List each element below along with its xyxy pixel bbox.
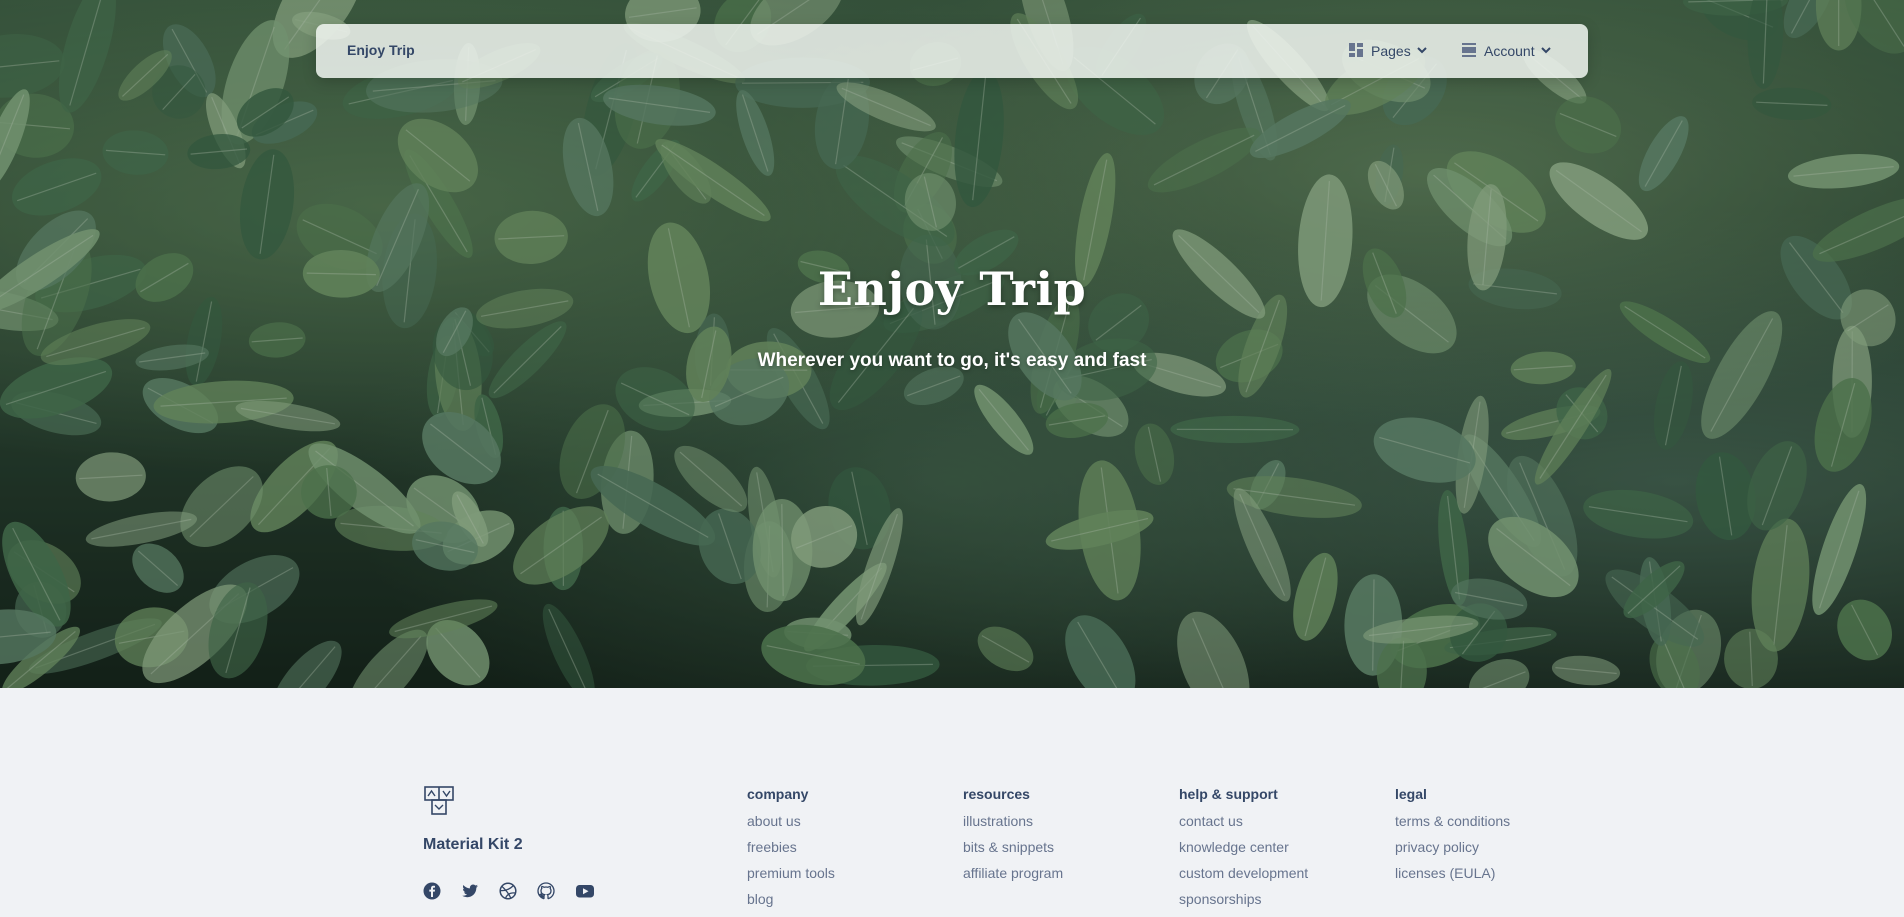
footer-brand[interactable]: Material Kit 2 — [423, 836, 523, 854]
view-day-icon — [1462, 42, 1476, 60]
footer-link-terms-conditions[interactable]: terms & conditions — [1395, 813, 1595, 839]
footer-column-title: legal — [1395, 786, 1427, 802]
navbar: Enjoy Trip Pages Account — [316, 24, 1588, 78]
nav-pages-label: Pages — [1371, 43, 1411, 59]
footer-link-licenses[interactable]: licenses (EULA) — [1395, 865, 1595, 891]
footer-link-illustrations[interactable]: illustrations — [963, 813, 1163, 839]
hero-section: Enjoy Trip Wherever you want to go, it's… — [0, 0, 1904, 688]
footer-link-about-us[interactable]: about us — [747, 813, 947, 839]
nav-account-dropdown[interactable]: Account — [1462, 42, 1552, 60]
footer: Material Kit 2 company about us freebies… — [0, 688, 1904, 917]
dashboard-icon — [1349, 42, 1363, 60]
footer-link-freebies[interactable]: freebies — [747, 839, 947, 865]
footer-link-affiliate-program[interactable]: affiliate program — [963, 865, 1163, 891]
footer-column-title: help & support — [1179, 786, 1278, 802]
nav-pages-dropdown[interactable]: Pages — [1349, 42, 1428, 60]
github-icon[interactable] — [537, 882, 575, 902]
footer-link-knowledge-center[interactable]: knowledge center — [1179, 839, 1379, 865]
chevron-down-icon — [1416, 43, 1428, 59]
footer-link-premium-tools[interactable]: premium tools — [747, 865, 947, 891]
footer-column-title: resources — [963, 786, 1030, 802]
navbar-brand[interactable]: Enjoy Trip — [347, 42, 415, 58]
footer-link-custom-development[interactable]: custom development — [1179, 865, 1379, 891]
footer-link-sponsorships[interactable]: sponsorships — [1179, 891, 1379, 917]
twitter-icon[interactable] — [461, 882, 499, 902]
hero-title: Enjoy Trip — [817, 262, 1087, 316]
chevron-down-icon — [1540, 43, 1552, 59]
footer-link-privacy-policy[interactable]: privacy policy — [1395, 839, 1595, 865]
logo-icon[interactable] — [424, 786, 454, 821]
footer-column-title: company — [747, 786, 809, 802]
social-links — [423, 882, 613, 902]
footer-link-bits-snippets[interactable]: bits & snippets — [963, 839, 1163, 865]
footer-column-legal: legal terms & conditions privacy policy … — [1395, 786, 1595, 891]
hero-subtitle: Wherever you want to go, it's easy and f… — [757, 350, 1147, 371]
footer-column-help-support: help & support contact us knowledge cent… — [1179, 786, 1379, 917]
dribbble-icon[interactable] — [499, 882, 537, 902]
footer-link-blog[interactable]: blog — [747, 891, 947, 917]
nav-account-label: Account — [1484, 43, 1535, 59]
footer-column-resources: resources illustrations bits & snippets … — [963, 786, 1163, 891]
youtube-icon[interactable] — [575, 882, 613, 902]
facebook-icon[interactable] — [423, 882, 461, 902]
footer-link-contact-us[interactable]: contact us — [1179, 813, 1379, 839]
footer-column-company: company about us freebies premium tools … — [747, 786, 947, 917]
hero-overlay — [0, 0, 1904, 688]
hero-background-image — [0, 0, 1904, 688]
